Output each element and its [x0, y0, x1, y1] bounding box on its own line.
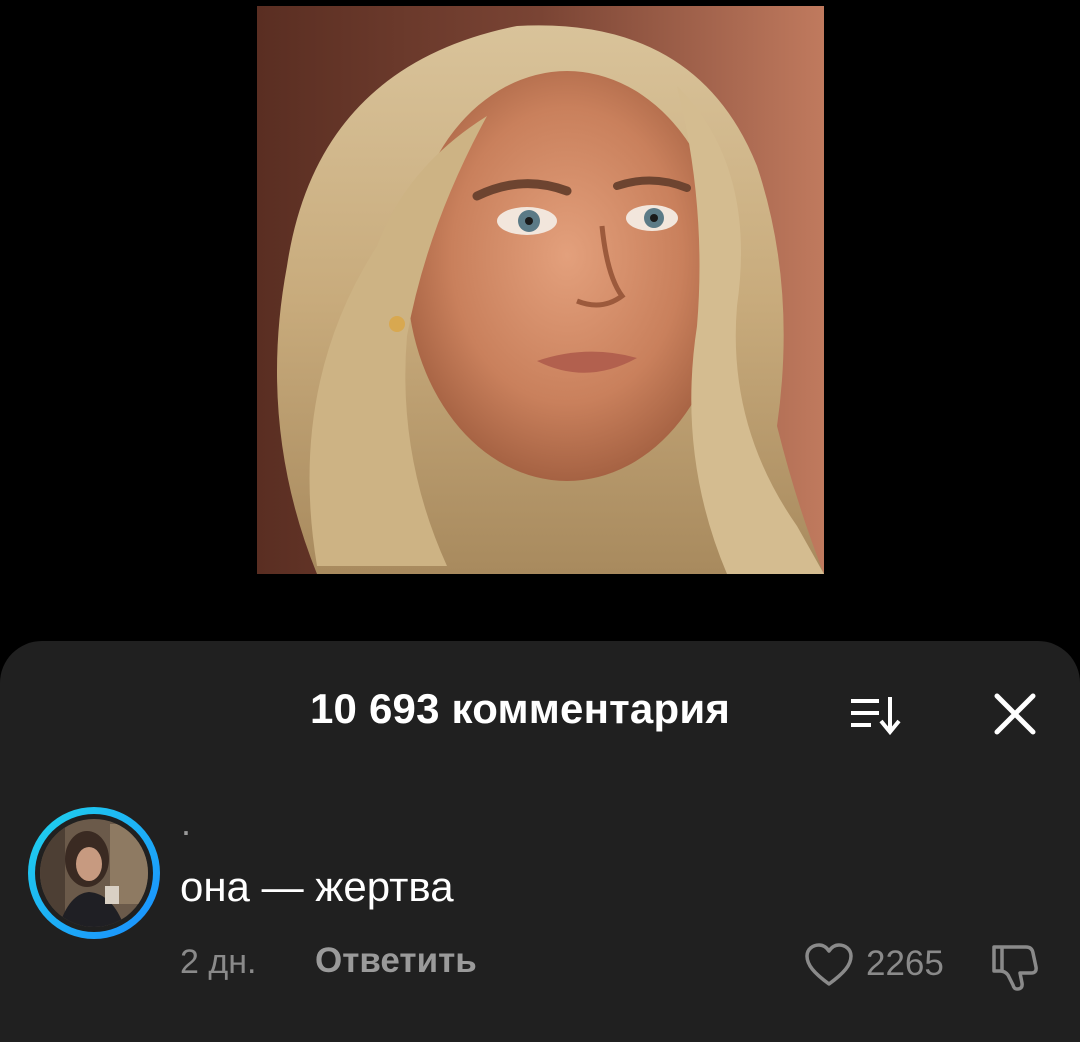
comment-username[interactable]: · — [180, 813, 192, 849]
comments-sheet: 10 693 комментария · она — жертва 2 дн. … — [0, 641, 1080, 1042]
reply-button[interactable]: Ответить — [315, 941, 477, 981]
woman-portrait-image — [257, 6, 824, 574]
avatar-image — [28, 807, 160, 939]
close-icon — [994, 693, 1036, 735]
video-thumbnail[interactable] — [257, 6, 824, 574]
comment-item: · она — жертва 2 дн. Ответить 2265 — [0, 801, 1080, 991]
like-count: 2265 — [866, 944, 944, 983]
comment-text: она — жертва — [180, 863, 454, 910]
comments-count-title: 10 693 комментария — [310, 685, 731, 732]
like-button[interactable]: 2265 — [804, 938, 964, 990]
comment-timestamp: 2 дн. — [180, 943, 257, 981]
user-avatar[interactable] — [25, 804, 163, 942]
thumbs-down-icon — [992, 945, 1038, 991]
sort-icon — [851, 697, 901, 736]
close-button[interactable] — [990, 689, 1040, 739]
heart-icon — [805, 943, 853, 986]
dislike-button[interactable] — [988, 939, 1042, 993]
comments-header: 10 693 комментария — [0, 641, 1080, 781]
sort-button[interactable] — [845, 687, 909, 743]
